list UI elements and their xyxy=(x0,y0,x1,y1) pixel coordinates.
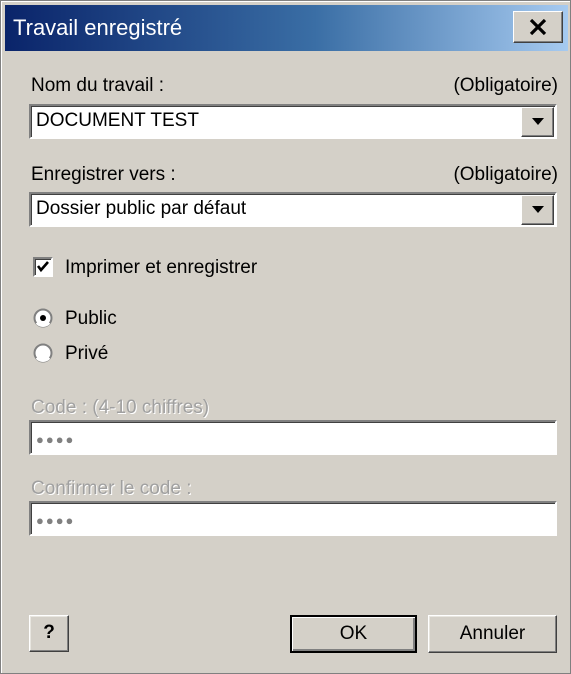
chevron-down-icon xyxy=(532,118,544,125)
chevron-down-icon xyxy=(532,206,544,213)
confirm-code-label: Confirmer le code : xyxy=(31,478,192,499)
job-name-dropdown-button[interactable] xyxy=(521,107,554,137)
save-to-value: Dossier public par défaut xyxy=(36,198,247,219)
print-and-save-label[interactable]: Imprimer et enregistrer xyxy=(65,257,257,279)
radio-public-label[interactable]: Public xyxy=(65,308,117,330)
cancel-button-label: Annuler xyxy=(459,623,526,644)
job-name-combobox[interactable]: DOCUMENT TEST xyxy=(29,104,557,139)
radio-private[interactable] xyxy=(33,343,53,363)
save-to-label: Enregistrer vers : xyxy=(31,164,176,185)
print-and-save-checkbox[interactable] xyxy=(33,257,53,277)
help-button[interactable]: ? xyxy=(29,615,69,652)
code-input[interactable]: ●●●● xyxy=(29,420,557,455)
radio-public[interactable] xyxy=(33,308,53,328)
checkmark-icon xyxy=(36,261,49,273)
help-button-label: ? xyxy=(43,622,55,643)
job-name-label: Nom du travail : xyxy=(31,75,165,96)
cancel-button[interactable]: Annuler xyxy=(428,615,557,653)
code-label: Code : (4-10 chiffres) xyxy=(31,397,210,418)
title-bar[interactable]: Travail enregistré xyxy=(5,5,568,51)
close-icon xyxy=(529,19,547,35)
save-to-required-label: (Obligatoire) xyxy=(453,164,558,185)
radio-private-label[interactable]: Privé xyxy=(65,343,108,365)
window-title: Travail enregistré xyxy=(13,15,183,40)
save-to-combobox[interactable]: Dossier public par défaut xyxy=(29,192,557,227)
ok-button[interactable]: OK xyxy=(290,615,417,653)
close-button[interactable] xyxy=(513,11,563,43)
dialog-window: Travail enregistré Nom du travail : (Obl… xyxy=(0,0,571,674)
save-to-dropdown-button[interactable] xyxy=(521,195,554,225)
job-name-value: DOCUMENT TEST xyxy=(36,110,199,131)
confirm-code-input[interactable]: ●●●● xyxy=(29,501,557,536)
confirm-code-value: ●●●● xyxy=(36,513,76,528)
job-name-required-label: (Obligatoire) xyxy=(453,75,558,96)
code-value: ●●●● xyxy=(36,432,76,447)
ok-button-label: OK xyxy=(339,623,368,644)
